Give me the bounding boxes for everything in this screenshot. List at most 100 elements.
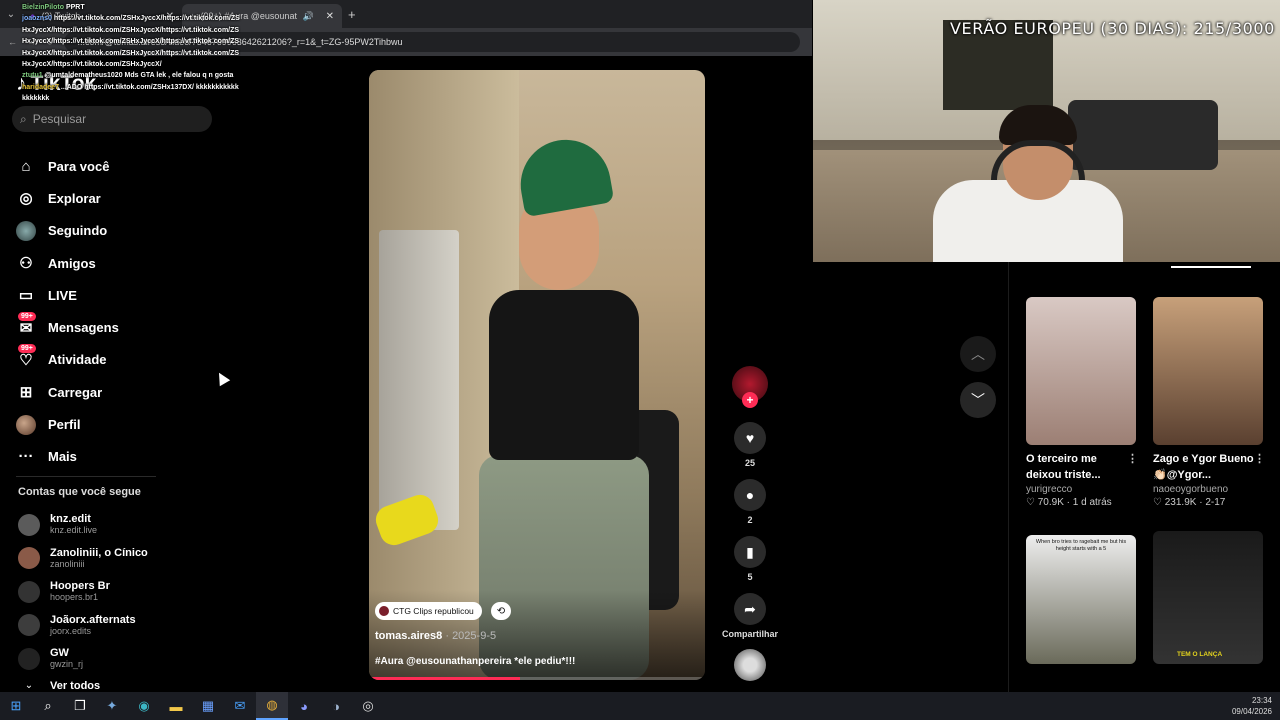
- discord-icon[interactable]: ◕: [288, 692, 320, 720]
- following-username: zanoliniii: [50, 558, 85, 569]
- sidebar: ♪ TikTok ⌕ Pesquisar ⌂ Para você ◎ Explo…: [0, 56, 240, 692]
- new-tab-button[interactable]: +: [342, 7, 362, 22]
- save-button[interactable]: ▮ 5: [722, 536, 778, 582]
- video-caption[interactable]: #Aura @eusounathanpereira *ele pediu*!!!: [375, 656, 575, 667]
- following-name: Zanoliniii, o Cínico: [50, 546, 148, 559]
- copilot-icon[interactable]: ✦: [96, 692, 128, 720]
- webcam-sofa: [1068, 100, 1218, 170]
- repost-chip[interactable]: CTG Clips republicou: [375, 602, 482, 620]
- following-item[interactable]: Joãorx.afternats joorx.edits: [18, 609, 218, 643]
- video-fridge: [379, 230, 459, 530]
- obs-icon[interactable]: ◎: [352, 692, 384, 720]
- back-icon[interactable]: ←: [8, 37, 17, 47]
- recommendation-thumbnail[interactable]: When bro tries to ragebait me but his he…: [1026, 535, 1136, 664]
- more-options-icon[interactable]: ⋮: [1127, 451, 1138, 467]
- chevron-down-icon: ﹀: [971, 392, 985, 408]
- recommendation-stats: ♡ 70.9K · 1 d atrás: [1026, 497, 1112, 508]
- repost-label: CTG Clips republicou: [393, 606, 474, 616]
- sidebar-item-carregar[interactable]: ⊞ Carregar: [16, 376, 226, 408]
- following-username: joorx.edits: [50, 625, 92, 636]
- sidebar-item-mensagens[interactable]: ✉ 99+ Mensagens: [16, 311, 226, 343]
- recommendation-user[interactable]: yurigrecco: [1026, 484, 1138, 495]
- bookmark-icon: ▮: [734, 536, 766, 568]
- following-item[interactable]: GW gwzin_rj: [18, 642, 218, 676]
- sidebar-item-mais[interactable]: ··· Mais: [16, 441, 226, 473]
- following-avatar: [16, 220, 36, 241]
- date-separator: ·: [445, 630, 449, 642]
- chat-username: ztutu1: [22, 72, 43, 80]
- following-item[interactable]: Zanoliniii, o Cínico zanoliniii: [18, 542, 218, 576]
- sidebar-item-para-voce[interactable]: ⌂ Para você: [16, 150, 226, 182]
- recommendation-thumbnail[interactable]: [1153, 297, 1263, 445]
- chat-username: haridadee7: [22, 83, 59, 91]
- search-icon: ⌕: [20, 111, 27, 126]
- file-explorer-icon[interactable]: ▬: [160, 692, 192, 720]
- sidebar-item-live[interactable]: ▭ LIVE: [16, 279, 226, 311]
- system-clock[interactable]: 23:34 09/04/2026: [1232, 695, 1272, 717]
- search-input[interactable]: ⌕ Pesquisar: [12, 106, 212, 132]
- sidebar-item-label: Carregar: [48, 384, 103, 400]
- recommendation-card[interactable]: When bro tries to ragebait me but his he…: [1026, 535, 1138, 664]
- speaker-icon[interactable]: 🔊: [303, 11, 314, 22]
- steam-icon[interactable]: ◑: [320, 692, 352, 720]
- sidebar-item-amigos[interactable]: ⚇ Amigos: [16, 247, 226, 279]
- comment-button[interactable]: ● 2: [722, 479, 778, 525]
- video-player[interactable]: CTG Clips republicou ⟲ tomas.aires8 · 20…: [369, 70, 705, 680]
- following-item[interactable]: knz.edit knz.edit.live: [18, 508, 218, 542]
- sidebar-item-perfil[interactable]: Perfil: [16, 408, 226, 440]
- chat-username: joaozns0: [22, 15, 52, 23]
- sidebar-item-label: Para você: [48, 158, 110, 174]
- previous-video-button[interactable]: ︿: [960, 336, 996, 372]
- creator-avatar-button[interactable]: +: [722, 366, 778, 408]
- recommendation-thumbnail[interactable]: TEM O LANÇA: [1153, 531, 1263, 664]
- recommendation-card[interactable]: O terceiro me deixou triste... ⋮ yurigrec…: [1026, 297, 1138, 508]
- comment-count: 2: [747, 515, 753, 525]
- activity-icon: ♡ 99+: [16, 343, 36, 370]
- mail-icon[interactable]: ✉: [224, 692, 256, 720]
- music-disc-button[interactable]: [722, 649, 778, 681]
- recommendation-title: Zago e Ygor Bueno 👏🏻@Ygor... ⋮: [1153, 451, 1265, 483]
- following-item[interactable]: Hoopers Br hoopers.br1: [18, 575, 218, 609]
- search-placeholder: Pesquisar: [32, 112, 87, 126]
- avatar: [18, 580, 40, 603]
- sidebar-item-atividade[interactable]: ♡ 99+ Atividade: [16, 343, 226, 376]
- tab-search-button[interactable]: ⌄: [0, 0, 22, 28]
- active-tab-indicator: [1171, 266, 1251, 268]
- like-button[interactable]: ♥ 25: [722, 422, 778, 468]
- sidebar-item-label: Amigos: [48, 255, 96, 271]
- chat-text: PPRT: [65, 4, 85, 11]
- chrome-icon[interactable]: ◍: [256, 692, 288, 720]
- edge-icon[interactable]: ◉: [128, 692, 160, 720]
- comment-icon: ●: [734, 479, 766, 511]
- recommendation-thumbnail[interactable]: [1026, 297, 1136, 445]
- chat-message: haridadee7 ...ADO https://vt.tiktok.com/…: [22, 82, 242, 105]
- chat-text: @umtaldematheus1020 Mds GTA lek , ele fa…: [44, 72, 234, 80]
- screen: { "browser": { "tabs": [ {"label": "(3) …: [0, 0, 1280, 720]
- search-icon[interactable]: ⌕: [32, 692, 64, 720]
- tab-close-icon[interactable]: ✕: [326, 11, 334, 22]
- store-icon[interactable]: ▦: [192, 692, 224, 720]
- repost-icon[interactable]: ⟲: [491, 602, 511, 620]
- share-icon: ➦: [734, 593, 766, 625]
- save-count: 5: [747, 572, 753, 582]
- more-options-icon[interactable]: ⋮: [1254, 451, 1265, 467]
- recommendation-card[interactable]: Zago e Ygor Bueno 👏🏻@Ygor... ⋮ naoeoygorb…: [1153, 297, 1265, 508]
- sidebar-item-seguindo[interactable]: Seguindo: [16, 215, 226, 247]
- windows-start-icon[interactable]: ⊞: [0, 692, 32, 720]
- video-nav-arrows: ︿ ﹀: [960, 336, 996, 428]
- follow-plus-icon[interactable]: +: [742, 392, 758, 408]
- video-progress-bar[interactable]: [369, 677, 705, 680]
- chevron-down-icon: ⌄: [24, 680, 34, 691]
- chevron-up-icon: ︿: [971, 346, 985, 362]
- share-button[interactable]: ➦ Compartilhar: [722, 593, 778, 639]
- recommendation-title-text: Zago e Ygor Bueno 👏🏻@Ygor...: [1153, 453, 1254, 481]
- clock-time: 23:34: [1251, 696, 1272, 705]
- sidebar-item-explorar[interactable]: ◎ Explorar: [16, 182, 226, 214]
- task-view-icon[interactable]: ❐: [64, 692, 96, 720]
- next-video-button[interactable]: ﹀: [960, 382, 996, 418]
- following-name: Hoopers Br: [50, 580, 110, 593]
- recommendation-user[interactable]: naoeoygorbueno: [1153, 484, 1265, 495]
- recommendation-card[interactable]: TEM O LANÇA: [1153, 531, 1265, 664]
- video-author[interactable]: tomas.aires8 · 2025-9-5: [375, 630, 496, 642]
- recommendation-stats: ♡ 231.9K · 2-17: [1153, 497, 1226, 508]
